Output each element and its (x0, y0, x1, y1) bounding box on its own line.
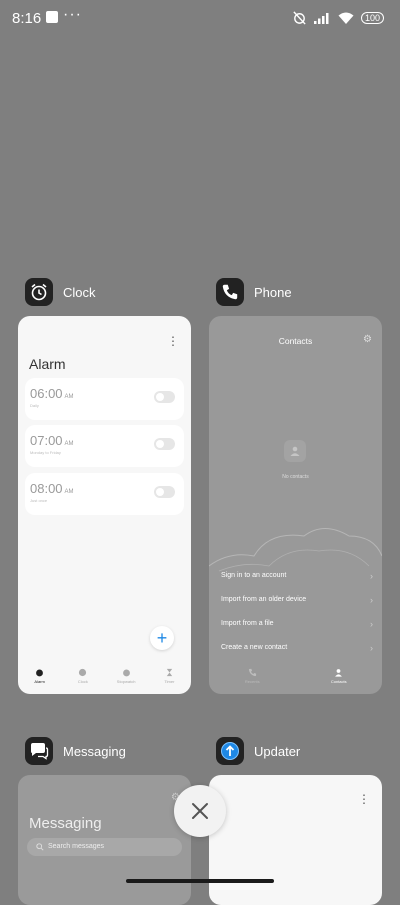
status-icons: 100 (292, 10, 384, 25)
alarm-toggle (154, 486, 175, 498)
search-placeholder: Search messages (48, 843, 105, 850)
nav-label: Clock (77, 679, 88, 684)
nav-stopwatch: Stopwatch (106, 668, 146, 690)
option-sign-in: Sign in to an account › (221, 571, 373, 581)
app-header-messaging[interactable]: Messaging (25, 737, 126, 765)
option-label: Sign in to an account (221, 572, 287, 579)
more-options-icon: ⋮ (167, 334, 179, 348)
alarm-time: 08:00 (30, 481, 63, 496)
app-header-phone[interactable]: Phone (216, 278, 292, 306)
recent-card-phone[interactable]: Contacts ⚙ No contacts Sign in to an acc… (209, 316, 382, 694)
signal-icon (313, 12, 329, 24)
alarm-time: 07:00 (30, 433, 63, 448)
alarm-toggle (154, 438, 175, 450)
stopwatch-icon (122, 669, 130, 677)
chevron-right-icon: › (370, 571, 373, 581)
recent-card-messaging[interactable]: ⚙ Messaging Search messages (18, 775, 191, 905)
alarm-repeat: Monday to Friday (30, 450, 61, 455)
status-bar: 8:16 ··· 100 (0, 0, 400, 36)
alarm-item: 06:00 AM Daily (25, 378, 184, 420)
option-import-older-device: Import from an older device › (221, 595, 373, 605)
nav-contacts: Contacts (319, 668, 359, 684)
clear-all-button[interactable] (174, 785, 226, 837)
app-name-clock: Clock (63, 284, 96, 300)
app-name-updater: Updater (254, 743, 301, 759)
more-notifications-icon: ··· (63, 6, 82, 23)
battery-icon: 100 (360, 11, 384, 24)
alarm-ampm: AM (64, 394, 74, 400)
add-alarm-icon: + (150, 626, 174, 650)
nav-timer: Timer (149, 668, 189, 690)
option-create-contact: Create a new contact › (221, 643, 373, 653)
alarm-off-icon (293, 11, 306, 25)
recent-card-updater[interactable]: ⋮ (209, 775, 382, 905)
nav-label: Timer (164, 679, 175, 684)
status-time: 8:16 (12, 10, 42, 27)
option-import-file: Import from a file › (221, 619, 373, 629)
nav-clock: Clock (63, 668, 103, 690)
nav-label: Alarm (34, 679, 45, 684)
recent-card-clock[interactable]: ⋮ Alarm 06:00 AM Daily 07:00 AM Monday to … (18, 316, 191, 694)
app-name-messaging: Messaging (63, 743, 126, 759)
message-search-bar: Search messages (27, 838, 182, 856)
nav-label: Stopwatch (116, 679, 136, 684)
phone-bottom-nav: Recents Contacts (209, 668, 382, 684)
updater-app-icon (216, 737, 244, 765)
search-icon (36, 843, 44, 851)
option-label: Import from a file (221, 620, 274, 627)
messaging-title: Messaging (29, 815, 102, 832)
nav-recents: Recents (232, 668, 272, 684)
contacts-icon (335, 669, 343, 677)
alarm-repeat: Daily (30, 403, 39, 408)
alarm-toggle (154, 391, 175, 403)
contact-placeholder-icon (284, 440, 306, 462)
app-name-phone: Phone (254, 284, 292, 300)
contacts-title: Contacts (278, 336, 313, 346)
alarm-title: Alarm (29, 356, 66, 372)
alarm-icon (36, 669, 44, 677)
settings-icon: ⚙ (363, 334, 372, 345)
option-label: Create a new contact (221, 644, 288, 651)
app-header-updater[interactable]: Updater (216, 737, 300, 765)
home-indicator[interactable] (126, 879, 274, 883)
nav-alarm: Alarm (20, 668, 60, 690)
phone-app-icon (216, 278, 244, 306)
alarm-item: 07:00 AM Monday to Friday (25, 425, 184, 467)
nav-label: Contacts (330, 679, 347, 684)
recents-icon (248, 668, 256, 677)
clock-app-icon (25, 278, 53, 306)
chevron-right-icon: › (370, 619, 373, 629)
wifi-icon (338, 12, 354, 24)
alarm-repeat: Just once (30, 498, 48, 503)
notification-icon (46, 11, 58, 23)
alarm-time: 06:00 (30, 386, 63, 401)
app-header-clock[interactable]: Clock (25, 278, 96, 306)
alarm-ampm: AM (64, 489, 74, 495)
alarm-item: 08:00 AM Just once (25, 473, 184, 515)
more-options-icon: ⋮ (358, 792, 370, 806)
chevron-right-icon: › (370, 643, 373, 653)
messaging-app-icon (25, 737, 53, 765)
alarm-ampm: AM (64, 441, 74, 447)
nav-label: Recents (244, 679, 260, 684)
no-contacts-text: No contacts (282, 474, 309, 480)
chevron-right-icon: › (370, 595, 373, 605)
clock-bottom-nav: Alarm Clock Stopwatch Timer (18, 668, 191, 690)
close-icon (192, 803, 208, 819)
clock-icon (79, 668, 87, 677)
option-label: Import from an older device (221, 596, 307, 603)
timer-icon (166, 668, 173, 677)
